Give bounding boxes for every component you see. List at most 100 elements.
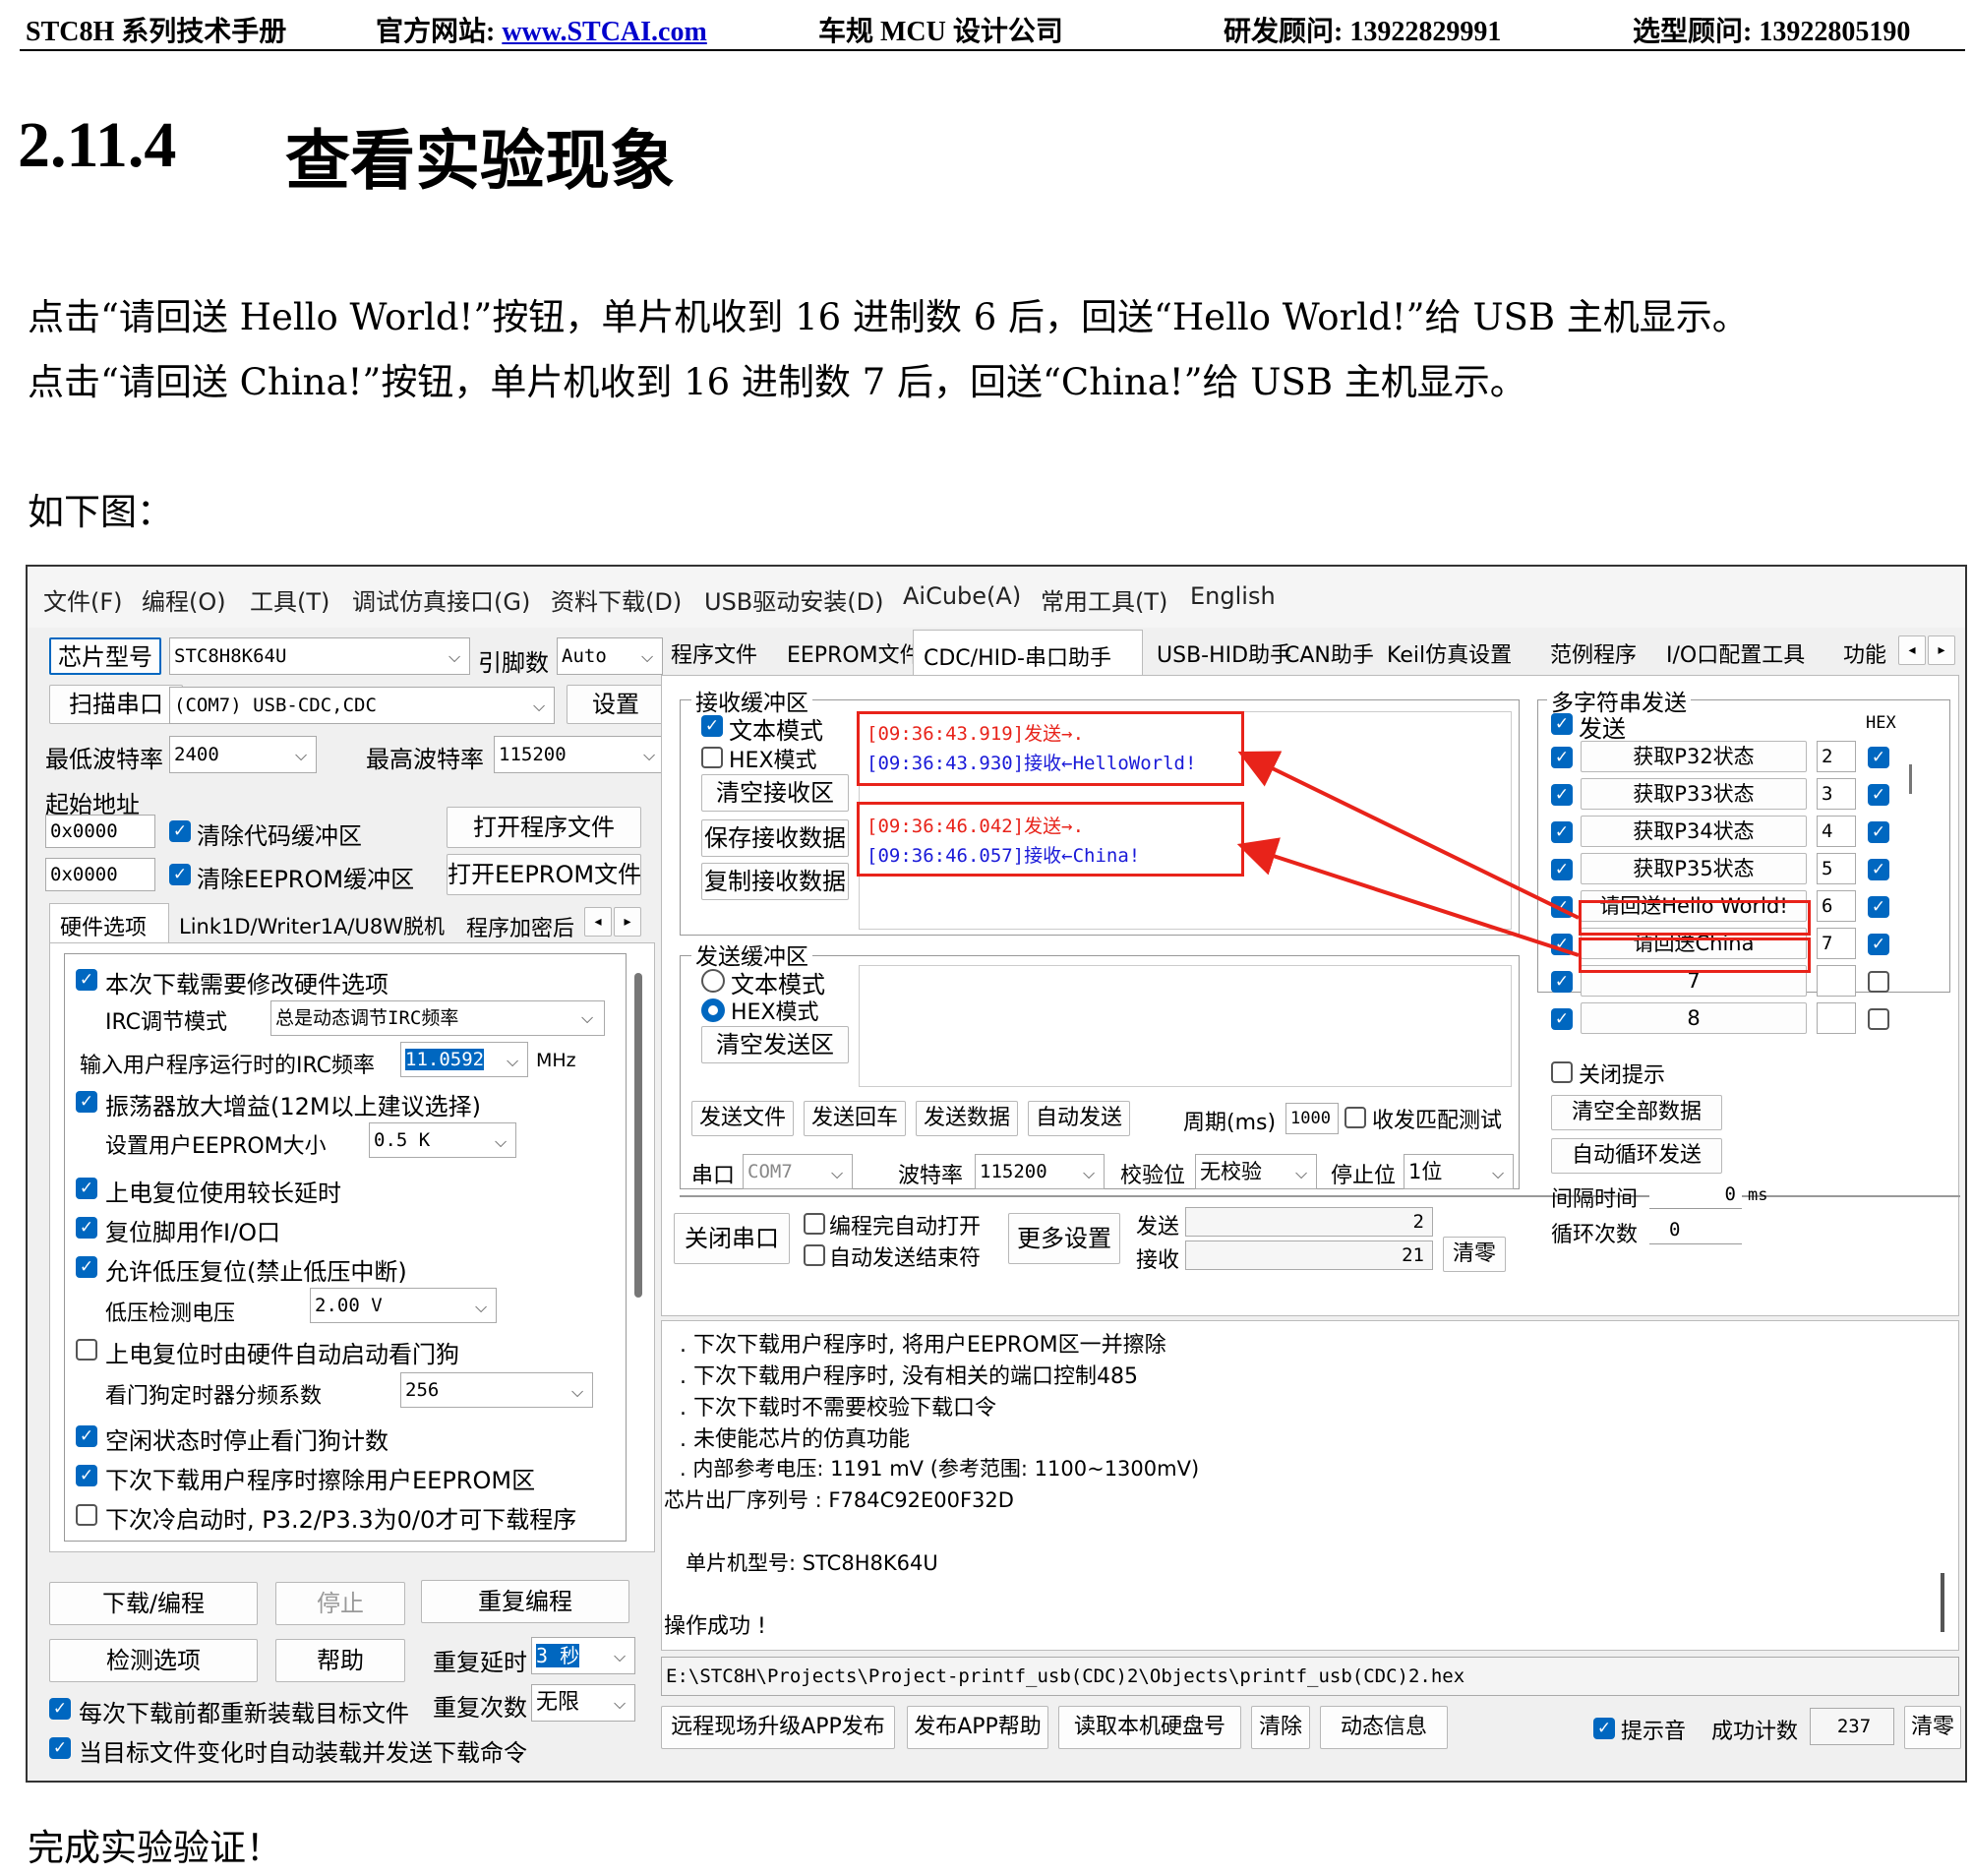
tab-io-config[interactable]: I/O口配置工具 — [1666, 637, 1805, 669]
menu-aicube[interactable]: AiCube(A) — [903, 582, 1021, 610]
paragraph-2: 点击“请回送 China!”按钮，单片机收到 16 进制数 7 后，回送“Chi… — [28, 361, 1526, 403]
wdt-auto-checkbox[interactable] — [76, 1339, 97, 1361]
site-link[interactable]: www.STCAI.com — [502, 17, 706, 47]
lvd-select[interactable]: 2.00 V — [310, 1288, 497, 1323]
tab-examples[interactable]: 范例程序 — [1550, 637, 1637, 669]
wdt-prescaler-select[interactable]: 256 — [400, 1372, 593, 1408]
manual-title: STC8H 系列技术手册 — [26, 17, 287, 47]
output-line: . 下次下载用户程序时, 将用户EEPROM区一并擦除 — [680, 1333, 1166, 1358]
check-options-button[interactable]: 检测选项 — [49, 1639, 258, 1682]
lvd-label: 低压检测电压 — [105, 1301, 236, 1326]
clear-code-checkbox[interactable]: ✓ — [169, 820, 191, 842]
app-help-button[interactable]: 发布APP帮助 — [907, 1706, 1048, 1749]
clear-success-button[interactable]: 清零 — [1904, 1706, 1961, 1749]
output-line: . 未使能芯片的仿真功能 — [680, 1427, 910, 1452]
menu-bar: 文件(F) 编程(O) 工具(T) 调试仿真接口(G) 资料下载(D) USB驱… — [28, 567, 1965, 628]
clear-log-button[interactable]: 清除 — [1251, 1706, 1310, 1749]
clear-code-label: 清除代码缓冲区 — [197, 822, 362, 850]
tab-usb-hid[interactable]: USB-HID助手 — [1157, 637, 1291, 669]
tab-encryption[interactable]: 程序加密后 — [466, 911, 584, 942]
chip-model-button[interactable]: 芯片型号 — [49, 637, 161, 675]
irc-mode-select[interactable]: 总是动态调节IRC频率 — [270, 1000, 605, 1036]
success-count-label: 成功计数 — [1711, 1720, 1799, 1744]
output-scrollbar[interactable] — [1941, 1573, 1944, 1632]
irc-mode-label: IRC调节模式 — [105, 1010, 228, 1035]
tab-scroll-left-icon[interactable]: ◂ — [584, 907, 612, 937]
output-line: . 下次下载用户程序时, 没有相关的端口控制485 — [680, 1364, 1138, 1389]
menu-program[interactable]: 编程(O) — [142, 582, 226, 617]
chevron-down-icon: ⌵ — [295, 746, 308, 764]
menu-usb-driver[interactable]: USB驱动安装(D) — [704, 582, 883, 617]
tab-scroll-right-icon[interactable]: ▸ — [1928, 635, 1955, 665]
remote-upgrade-button[interactable]: 远程现场升级APP发布 — [661, 1706, 895, 1749]
tab-hardware-options[interactable]: 硬件选项 — [49, 903, 169, 942]
stop-button[interactable]: 停止 — [275, 1582, 405, 1625]
start-address-input[interactable]: 0x0000 — [45, 815, 155, 848]
modify-hw-label: 本次下载需要修改硬件选项 — [105, 971, 388, 999]
chevron-down-icon: ⌵ — [581, 1008, 594, 1027]
menu-english[interactable]: English — [1190, 582, 1276, 610]
read-disk-id-button[interactable]: 读取本机硬盘号 — [1058, 1706, 1241, 1749]
menu-common-tools[interactable]: 常用工具(T) — [1041, 582, 1167, 617]
repeat-delay-label: 重复延时 — [433, 1649, 527, 1676]
arrow-china — [1236, 837, 1580, 957]
lvr-checkbox[interactable]: ✓ — [76, 1256, 97, 1278]
tab-can[interactable]: CAN助手 — [1285, 637, 1374, 669]
port-select[interactable]: (COM7) USB-CDC,CDC — [169, 687, 555, 724]
clear-eeprom-checkbox[interactable]: ✓ — [169, 864, 191, 885]
beep-label: 提示音 — [1621, 1720, 1687, 1744]
arrow-hello — [1237, 751, 1580, 920]
dynamic-info-button[interactable]: 动态信息 — [1320, 1706, 1448, 1749]
irc-frequency-label: 输入用户程序运行时的IRC频率 — [80, 1054, 376, 1078]
long-delay-checkbox[interactable]: ✓ — [76, 1178, 97, 1199]
chevron-down-icon: ⌵ — [571, 1382, 584, 1401]
repeat-count-label: 重复次数 — [433, 1694, 527, 1722]
open-program-file-button[interactable]: 打开程序文件 — [447, 807, 641, 848]
menu-debug[interactable]: 调试仿真接口(G) — [352, 582, 530, 617]
repeat-program-button[interactable]: 重复编程 — [421, 1580, 629, 1623]
selection-contact: 选型顾问: 13922805190 — [1633, 17, 1911, 47]
reload-checkbox[interactable]: ✓ — [49, 1698, 71, 1720]
idle-wdt-checkbox[interactable]: ✓ — [76, 1425, 97, 1447]
rd-contact: 研发顾问: 13922829991 — [1224, 17, 1502, 47]
download-program-button[interactable]: 下载/编程 — [49, 1582, 258, 1625]
tab-program-file[interactable]: 程序文件 — [671, 637, 757, 669]
tab-offline-writer[interactable]: Link1D/Writer1A/U8W脱机 — [179, 911, 445, 940]
tab-scroll-right-icon[interactable]: ▸ — [614, 907, 641, 937]
menu-file[interactable]: 文件(F) — [43, 582, 123, 617]
modify-hw-checkbox[interactable]: ✓ — [76, 969, 97, 991]
lvr-label: 允许低压复位(禁止低压中断) — [105, 1258, 407, 1286]
reset-io-checkbox[interactable]: ✓ — [76, 1217, 97, 1239]
max-baud-select[interactable]: 115200 — [494, 736, 665, 773]
erase-eeprom-checkbox[interactable]: ✓ — [76, 1465, 97, 1486]
cdc-panel: 接收缓冲区 ✓ 文本模式 HEX模式 清空接收区 保存接收数据 复制接收数据 [… — [661, 675, 1960, 1316]
menu-tools[interactable]: 工具(T) — [250, 582, 329, 617]
tab-functions[interactable]: 功能 — [1843, 637, 1898, 669]
scan-port-button[interactable]: 扫描串口 — [49, 685, 183, 724]
reset-io-label: 复位脚用作I/O口 — [105, 1219, 281, 1246]
wdt-auto-label: 上电复位时由硬件自动启动看门狗 — [105, 1341, 459, 1368]
options-scrollbar[interactable] — [634, 973, 642, 1298]
tab-eeprom-file[interactable]: EEPROM文件 — [787, 637, 922, 669]
annotation-arrows — [1236, 751, 1580, 957]
osc-gain-checkbox[interactable]: ✓ — [76, 1091, 97, 1113]
chip-model-select[interactable]: STC8H8K64U — [169, 637, 470, 675]
open-eeprom-file-button[interactable]: 打开EEPROM文件 — [447, 854, 641, 895]
output-log[interactable]: . 下次下载用户程序时, 将用户EEPROM区一并擦除 . 下次下载用户程序时,… — [661, 1320, 1959, 1651]
beep-checkbox[interactable]: ✓ — [1593, 1718, 1615, 1739]
paragraph-3: 如下图： — [28, 491, 173, 533]
cold-boot-checkbox[interactable] — [76, 1504, 97, 1526]
auto-load-checkbox[interactable]: ✓ — [49, 1737, 71, 1759]
hardware-options-panel: ✓ 本次下载需要修改硬件选项 IRC调节模式 总是动态调节IRC频率 ⌵ 输入用… — [49, 942, 655, 1552]
stc-isp-window: 文件(F) 编程(O) 工具(T) 调试仿真接口(G) 资料下载(D) USB驱… — [26, 565, 1967, 1783]
help-button[interactable]: 帮助 — [275, 1639, 405, 1682]
eeprom-address-input[interactable]: 0x0000 — [45, 858, 155, 891]
hex-file-path: E:\STC8H\Projects\Project-printf_usb(CDC… — [661, 1657, 1959, 1696]
tab-keil[interactable]: Keil仿真设置 — [1387, 637, 1512, 669]
tab-cdc-serial[interactable]: CDC/HID-串口助手 — [913, 630, 1143, 675]
page-header: STC8H 系列技术手册 官方网站: www.STCAI.com 车规 MCU … — [20, 6, 1965, 51]
menu-download[interactable]: 资料下载(D) — [551, 582, 682, 617]
settings-button[interactable]: 设置 — [567, 685, 665, 724]
eeprom-size-label: 设置用户EEPROM大小 — [105, 1134, 327, 1159]
tab-scroll-left-icon[interactable]: ◂ — [1898, 635, 1926, 665]
